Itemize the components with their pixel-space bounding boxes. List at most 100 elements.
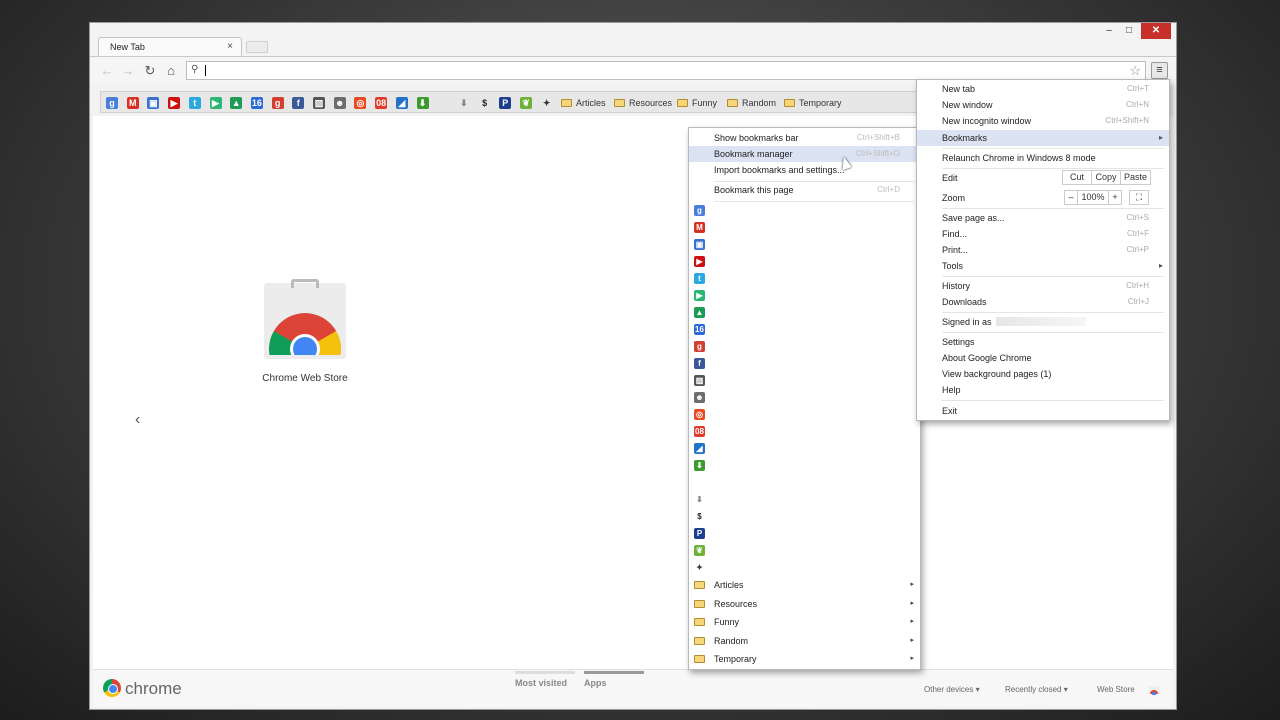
bookmark-blue-app-icon[interactable]: ◢ [395,97,408,109]
bookmark-docs-stack-icon[interactable]: ▣ [147,97,160,109]
recently-closed-link[interactable]: Recently closed ▾ [1005,685,1068,694]
paste-button[interactable]: Paste [1120,170,1151,185]
tab-most-visited[interactable]: Most visited [515,671,575,688]
bookmark-google-icon[interactable]: g [106,97,118,109]
cut-button[interactable]: Cut [1062,170,1092,185]
bookmark-office-icon[interactable]: 08 [375,97,388,109]
bookmark-download-green-icon[interactable]: ⬇ [416,97,429,109]
submenu-bookmark-leaf-icon[interactable]: ❦ [694,545,705,556]
bookmark-facebook-icon[interactable]: f [292,97,305,109]
submenu-bookmark-blank-app-icon[interactable] [694,477,705,488]
tab-close-icon[interactable]: × [227,41,233,52]
bookmark-youtube-icon[interactable]: ▶ [168,97,181,109]
bookmark-folder-articles[interactable]: Articles [561,96,606,110]
submenu-bookmark-blue-app-icon[interactable]: ◢ [694,443,705,454]
submenu-bookmark-google-icon[interactable]: g [694,205,705,216]
bookmark-drive-icon[interactable]: ▲ [230,97,243,109]
submenu-folder-random[interactable]: Random ▸ [689,632,920,650]
bookmark-leaf-icon[interactable]: ❦ [520,97,532,109]
home-icon[interactable]: ⌂ [163,63,179,79]
submenu-bookmark-gmail-icon[interactable]: M [694,222,705,233]
zoom-in-button[interactable]: + [1108,190,1122,205]
menu-item-exit[interactable]: Exit [917,403,1169,419]
menu-item-print[interactable]: Print... Ctrl+P [917,242,1169,258]
web-store-link[interactable]: Web Store [1097,685,1135,694]
menu-item-tools[interactable]: Tools ▸ [917,258,1169,274]
menu-item-history[interactable]: History Ctrl+H [917,278,1169,294]
maximize-button[interactable]: □ [1120,23,1138,39]
zoom-out-button[interactable]: – [1064,190,1078,205]
bookmark-calendar-icon[interactable]: 16 [250,97,263,109]
menu-item-bookmarks[interactable]: Bookmarks ▸ [917,130,1169,146]
previous-page-arrow-icon[interactable]: ‹ [135,411,140,429]
menu-item-background-pages[interactable]: View background pages (1) [917,366,1169,382]
submenu-folder-articles[interactable]: Articles ▸ [689,576,920,594]
fullscreen-icon[interactable]: ⛶ [1129,190,1149,205]
submenu-bookmark-arrow-down-gray-icon[interactable]: ⬇ [694,494,705,505]
tab-apps[interactable]: Apps [584,671,644,688]
menu-item-downloads[interactable]: Downloads Ctrl+J [917,294,1169,310]
bookmark-star-icon[interactable]: ☆ [1129,63,1141,79]
bookmark-gmail-icon[interactable]: M [126,97,139,109]
menu-item-save-page-as[interactable]: Save page as... Ctrl+S [917,210,1169,226]
tab-new-tab[interactable]: New Tab × [98,37,242,57]
menu-item-signed-in[interactable]: Signed in as [917,314,1169,330]
submenu-bookmark-twitter-icon[interactable]: t [694,273,705,284]
bookmark-twitter-icon[interactable]: t [188,97,201,109]
bookmark-folder-temporary[interactable]: Temporary [784,96,842,110]
submenu-bookmark-photos-icon[interactable]: ▨ [694,375,705,386]
new-tab-button[interactable] [246,41,268,53]
bookmark-reddit-icon[interactable]: ☻ [333,97,346,109]
back-arrow-icon[interactable]: ← [99,63,115,79]
menu-item-bookmark-manager[interactable]: Bookmark manager Ctrl+Shift+O [689,146,920,162]
submenu-bookmark-google-plus-icon[interactable]: g [694,341,705,352]
submenu-bookmark-pin-icon[interactable]: ✦ [694,562,705,573]
menu-item-new-window[interactable]: New window Ctrl+N [917,97,1169,113]
submenu-folder-funny[interactable]: Funny ▸ [689,613,920,631]
hamburger-menu-icon[interactable]: ≡ [1151,62,1168,79]
menu-item-about[interactable]: About Google Chrome [917,350,1169,366]
menu-item-new-incognito-window[interactable]: New incognito window Ctrl+Shift+N [917,113,1169,129]
bookmark-photos-icon[interactable]: ▨ [313,97,325,109]
submenu-bookmark-docs-stack-icon[interactable]: ▣ [694,239,705,250]
menu-item-bookmark-this-page[interactable]: Bookmark this page Ctrl+D [689,182,920,198]
minimize-button[interactable]: – [1100,23,1118,39]
menu-item-relaunch-windows8[interactable]: Relaunch Chrome in Windows 8 mode [917,150,1169,166]
bookmark-play-icon[interactable]: ▶ [209,97,222,109]
reload-icon[interactable]: ↻ [142,63,158,79]
close-window-button[interactable]: ✕ [1141,23,1171,39]
menu-item-settings[interactable]: Settings [917,334,1169,350]
menu-item-show-bookmarks-bar[interactable]: Show bookmarks bar Ctrl+Shift+B [689,130,920,146]
menu-item-new-tab[interactable]: New tab Ctrl+T [917,81,1169,97]
submenu-bookmark-stumbleupon-icon[interactable]: ◎ [694,409,705,420]
other-devices-link[interactable]: Other devices ▾ [924,685,980,694]
submenu-bookmark-facebook-icon[interactable]: f [694,358,705,369]
bookmark-google-plus-icon[interactable]: g [271,97,284,109]
submenu-bookmark-dollar-icon[interactable]: $ [694,511,705,522]
menu-item-find[interactable]: Find... Ctrl+F [917,226,1169,242]
bookmark-pin-icon[interactable]: ✦ [541,97,553,109]
chrome-web-store-app[interactable]: Chrome Web Store [255,279,355,384]
submenu-bookmark-calendar-icon[interactable]: 16 [694,324,705,335]
bookmark-blank-app-icon[interactable] [437,97,449,109]
submenu-bookmark-reddit-icon[interactable]: ☻ [694,392,705,403]
bookmark-folder-resources[interactable]: Resources [614,96,672,110]
submenu-bookmark-office-icon[interactable]: 08 [694,426,705,437]
bookmark-paypal-icon[interactable]: P [499,97,512,109]
submenu-folder-resources[interactable]: Resources ▸ [689,595,920,613]
submenu-bookmark-download-green-icon[interactable]: ⬇ [694,460,705,471]
web-store-icon[interactable] [1148,683,1160,696]
submenu-folder-temporary[interactable]: Temporary ▸ [689,650,920,668]
submenu-bookmark-youtube-icon[interactable]: ▶ [694,256,705,267]
copy-button[interactable]: Copy [1091,170,1121,185]
bookmark-dollar-icon[interactable]: $ [479,97,491,109]
bookmark-folder-random[interactable]: Random [727,96,776,110]
forward-arrow-icon[interactable]: → [120,63,136,79]
submenu-bookmark-paypal-icon[interactable]: P [694,528,705,539]
bookmark-arrow-down-gray-icon[interactable]: ⬇ [458,97,470,109]
omnibox-input[interactable]: ⚲ ☆ [186,61,1146,80]
menu-item-help[interactable]: Help [917,382,1169,398]
submenu-bookmark-drive-icon[interactable]: ▲ [694,307,705,318]
submenu-bookmark-play-icon[interactable]: ▶ [694,290,705,301]
bookmark-stumbleupon-icon[interactable]: ◎ [354,97,367,109]
